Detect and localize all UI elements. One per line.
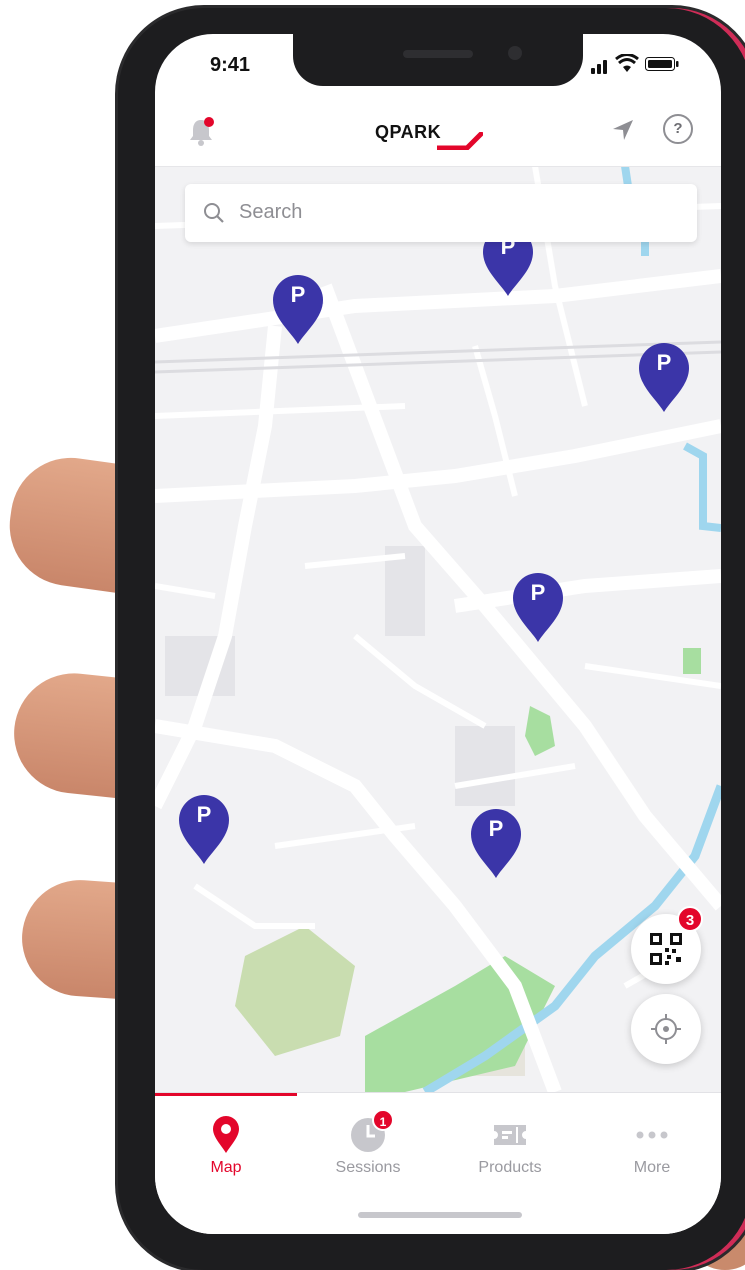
tab-label: Products (478, 1159, 542, 1176)
parking-pin-label: P (488, 816, 504, 841)
sessions-badge: 1 (372, 1109, 394, 1131)
crosshair-icon (651, 1014, 681, 1044)
qpark-logo: QPARK (375, 116, 485, 150)
wifi-icon (615, 54, 639, 72)
home-indicator (358, 1212, 522, 1218)
parking-pin[interactable]: P (469, 808, 523, 880)
battery-icon (645, 57, 679, 71)
tab-products[interactable]: Products (439, 1115, 581, 1195)
tab-label: More (633, 1159, 671, 1176)
more-dots-icon (636, 1131, 668, 1139)
status-icons (591, 54, 681, 74)
tab-map[interactable]: Map (155, 1115, 297, 1195)
navigation-arrow-icon[interactable] (611, 118, 635, 142)
notifications-bell-icon[interactable] (187, 116, 215, 146)
parking-pin-label: P (290, 282, 306, 307)
app-header: QPARK ? (155, 94, 721, 167)
parking-pin[interactable]: P (637, 342, 691, 414)
parking-pin-label: P (656, 350, 672, 375)
search-bar[interactable]: Search (185, 184, 697, 242)
active-tab-indicator (155, 1093, 297, 1096)
help-button[interactable]: ? (663, 114, 693, 144)
qr-code-button[interactable]: 3 (631, 906, 703, 984)
map-pin-icon (213, 1116, 239, 1153)
tab-label: Sessions (335, 1159, 401, 1176)
logo-text: QPARK (375, 122, 442, 142)
search-placeholder: Search (239, 201, 303, 223)
status-time: 9:41 (210, 54, 251, 76)
locate-me-button[interactable] (631, 994, 701, 1064)
parking-pin[interactable]: P (177, 794, 231, 866)
parking-pin-label: P (196, 802, 212, 827)
parking-pin[interactable]: P (271, 274, 325, 346)
tab-sessions[interactable]: 1 Sessions (297, 1109, 439, 1195)
parking-pin-label: P (530, 580, 546, 605)
parking-pin[interactable]: P (511, 572, 565, 644)
phone-notch (293, 34, 583, 86)
qr-code-icon (650, 933, 682, 965)
qr-count-badge: 3 (677, 906, 703, 932)
search-icon (204, 203, 224, 223)
phone-screen: 9:41 QPARK ? Search P P P P P P 3 Map 1 … (155, 34, 721, 1234)
ticket-icon (494, 1125, 526, 1145)
tab-label: Map (210, 1159, 242, 1176)
tab-more[interactable]: More (581, 1115, 721, 1195)
